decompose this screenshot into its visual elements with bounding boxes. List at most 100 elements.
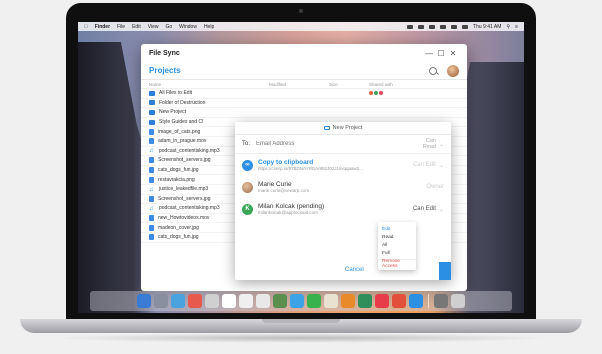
file-name: restavrakcia.png bbox=[158, 176, 195, 183]
folder-icon bbox=[323, 126, 330, 130]
file-icon bbox=[149, 224, 154, 231]
bluetooth-icon[interactable] bbox=[429, 24, 436, 29]
file-name: Style Guides and CI bbox=[159, 119, 204, 126]
desktop-screen:  Finder File Edit View Go Window Help T… bbox=[78, 22, 524, 313]
file-name: new_Howtovideos.mov bbox=[158, 215, 210, 222]
launchpad-icon[interactable] bbox=[154, 294, 168, 308]
mail-icon[interactable] bbox=[188, 294, 202, 308]
wifi-icon[interactable] bbox=[440, 24, 447, 29]
dropdown-option-full[interactable]: Full bbox=[378, 249, 416, 257]
default-perm-line2: Read bbox=[422, 144, 436, 150]
safari-icon[interactable] bbox=[171, 294, 185, 308]
music-icon: ♫ bbox=[149, 205, 154, 212]
col-shared[interactable]: Shared with bbox=[369, 82, 429, 87]
file-icon bbox=[149, 138, 154, 145]
dock-separator bbox=[428, 294, 429, 308]
file-icon bbox=[149, 195, 154, 202]
cancel-button[interactable]: Cancel bbox=[345, 267, 364, 273]
status-icons: Thu 9:41 AM ⚲ ≡ bbox=[407, 24, 518, 30]
dropbox-icon[interactable] bbox=[407, 24, 414, 29]
chevron-down-icon[interactable]: ⌄ bbox=[439, 206, 444, 213]
chevron-down-icon[interactable]: ⌄ bbox=[439, 162, 444, 169]
menu-view[interactable]: View bbox=[148, 24, 159, 30]
avatar bbox=[374, 91, 378, 96]
person-name: Marie Curie bbox=[258, 181, 292, 188]
menu-help[interactable]: Help bbox=[204, 24, 214, 30]
file-name: podcast_contentisking.mp3 bbox=[159, 147, 220, 154]
col-size[interactable]: Size bbox=[329, 82, 369, 87]
appstore-icon[interactable] bbox=[409, 294, 423, 308]
maps-icon[interactable] bbox=[273, 294, 287, 308]
email-field[interactable] bbox=[256, 141, 423, 147]
to-row: To: Can Read ⌄ bbox=[235, 135, 451, 154]
file-name: cats_dogs_fun.jpg bbox=[158, 167, 199, 174]
close-icon[interactable]: ✕ bbox=[447, 49, 459, 58]
apple-icon[interactable]:  bbox=[84, 24, 88, 30]
default-permission[interactable]: Can Read bbox=[423, 138, 436, 150]
itunes-icon[interactable] bbox=[392, 294, 406, 308]
folder-icon bbox=[149, 119, 155, 125]
file-name: Screenshot_servers.jpg bbox=[158, 195, 211, 202]
search-icon[interactable] bbox=[429, 66, 437, 75]
remove-access-button[interactable]: Remove Access bbox=[378, 259, 416, 269]
copy-link-title[interactable]: Copy to clipboard bbox=[258, 159, 413, 166]
file-name: madeon_cover.jpg bbox=[158, 224, 199, 231]
page-title: Projects bbox=[149, 66, 181, 75]
trash-icon[interactable] bbox=[451, 294, 465, 308]
col-name[interactable]: Name bbox=[149, 82, 269, 87]
messages-icon[interactable] bbox=[290, 294, 304, 308]
finder-icon[interactable] bbox=[137, 294, 151, 308]
chevron-down-icon[interactable]: ⌄ bbox=[439, 141, 444, 148]
folder-icon bbox=[149, 100, 155, 106]
table-row[interactable]: All Files to Edit bbox=[141, 89, 467, 99]
facetime-icon[interactable] bbox=[307, 294, 321, 308]
avatar[interactable] bbox=[447, 64, 459, 77]
maximize-icon[interactable]: ☐ bbox=[435, 49, 447, 58]
file-name: cats_dogs_fun.jpg bbox=[158, 234, 199, 241]
dropdown-option-read[interactable]: Read bbox=[378, 233, 416, 241]
timemachine-icon[interactable] bbox=[418, 24, 425, 29]
share-button[interactable] bbox=[439, 262, 451, 280]
menu-bar:  Finder File Edit View Go Window Help T… bbox=[78, 22, 524, 31]
spotlight-icon[interactable]: ⚲ bbox=[506, 24, 510, 30]
table-row[interactable]: New Project bbox=[141, 108, 467, 118]
permission-dropdown: Edit Read All Full Remove Access bbox=[378, 222, 416, 270]
notes-icon[interactable] bbox=[239, 294, 253, 308]
dropdown-option-edit[interactable]: Edit bbox=[378, 225, 416, 233]
calendar-icon[interactable] bbox=[222, 294, 236, 308]
numbers-icon[interactable] bbox=[358, 294, 372, 308]
copy-link-row[interactable]: ∞ Copy to clipboard https://cserp.io/97B… bbox=[235, 154, 451, 176]
minimize-icon[interactable]: — bbox=[423, 49, 435, 58]
keynote-icon[interactable] bbox=[375, 294, 389, 308]
notification-icon[interactable]: ≡ bbox=[515, 24, 518, 30]
photos-icon[interactable] bbox=[324, 294, 338, 308]
copy-link-permission[interactable]: Can Edit bbox=[413, 162, 436, 168]
menu-finder[interactable]: Finder bbox=[95, 24, 110, 30]
dropdown-option-all[interactable]: All bbox=[378, 241, 416, 249]
laptop-notch bbox=[262, 319, 340, 323]
battery-icon[interactable] bbox=[462, 24, 469, 29]
person-name: Milan Kolcak (pending) bbox=[258, 203, 325, 210]
col-modified[interactable]: Modified bbox=[269, 82, 329, 87]
menu-go[interactable]: Go bbox=[165, 24, 172, 30]
file-name: image_of_cats.png bbox=[158, 128, 201, 135]
copy-link-url: https://cserp.io/97BDNAYRDA/892J02J1/ivq… bbox=[258, 166, 363, 171]
file-name: justice_leakedfile.mp3 bbox=[159, 186, 209, 193]
menu-edit[interactable]: Edit bbox=[132, 24, 141, 30]
menu-window[interactable]: Window bbox=[179, 24, 197, 30]
table-row[interactable]: Folder of Destruction bbox=[141, 99, 467, 109]
reminders-icon[interactable] bbox=[256, 294, 270, 308]
menu-file[interactable]: File bbox=[117, 24, 125, 30]
avatar bbox=[242, 181, 253, 193]
settings-icon[interactable] bbox=[434, 294, 448, 308]
contacts-icon[interactable] bbox=[205, 294, 219, 308]
file-name: All Files to Edit bbox=[159, 90, 193, 97]
clock[interactable]: Thu 9:41 AM bbox=[473, 24, 501, 30]
person-permission[interactable]: Can Edit bbox=[413, 206, 436, 212]
pages-icon[interactable] bbox=[341, 294, 355, 308]
dock bbox=[90, 291, 512, 311]
file-name: adam_in_prague.mov bbox=[158, 138, 207, 145]
window-title: File Sync bbox=[149, 49, 180, 57]
volume-icon[interactable] bbox=[451, 24, 458, 29]
music-icon: ♫ bbox=[149, 148, 154, 154]
